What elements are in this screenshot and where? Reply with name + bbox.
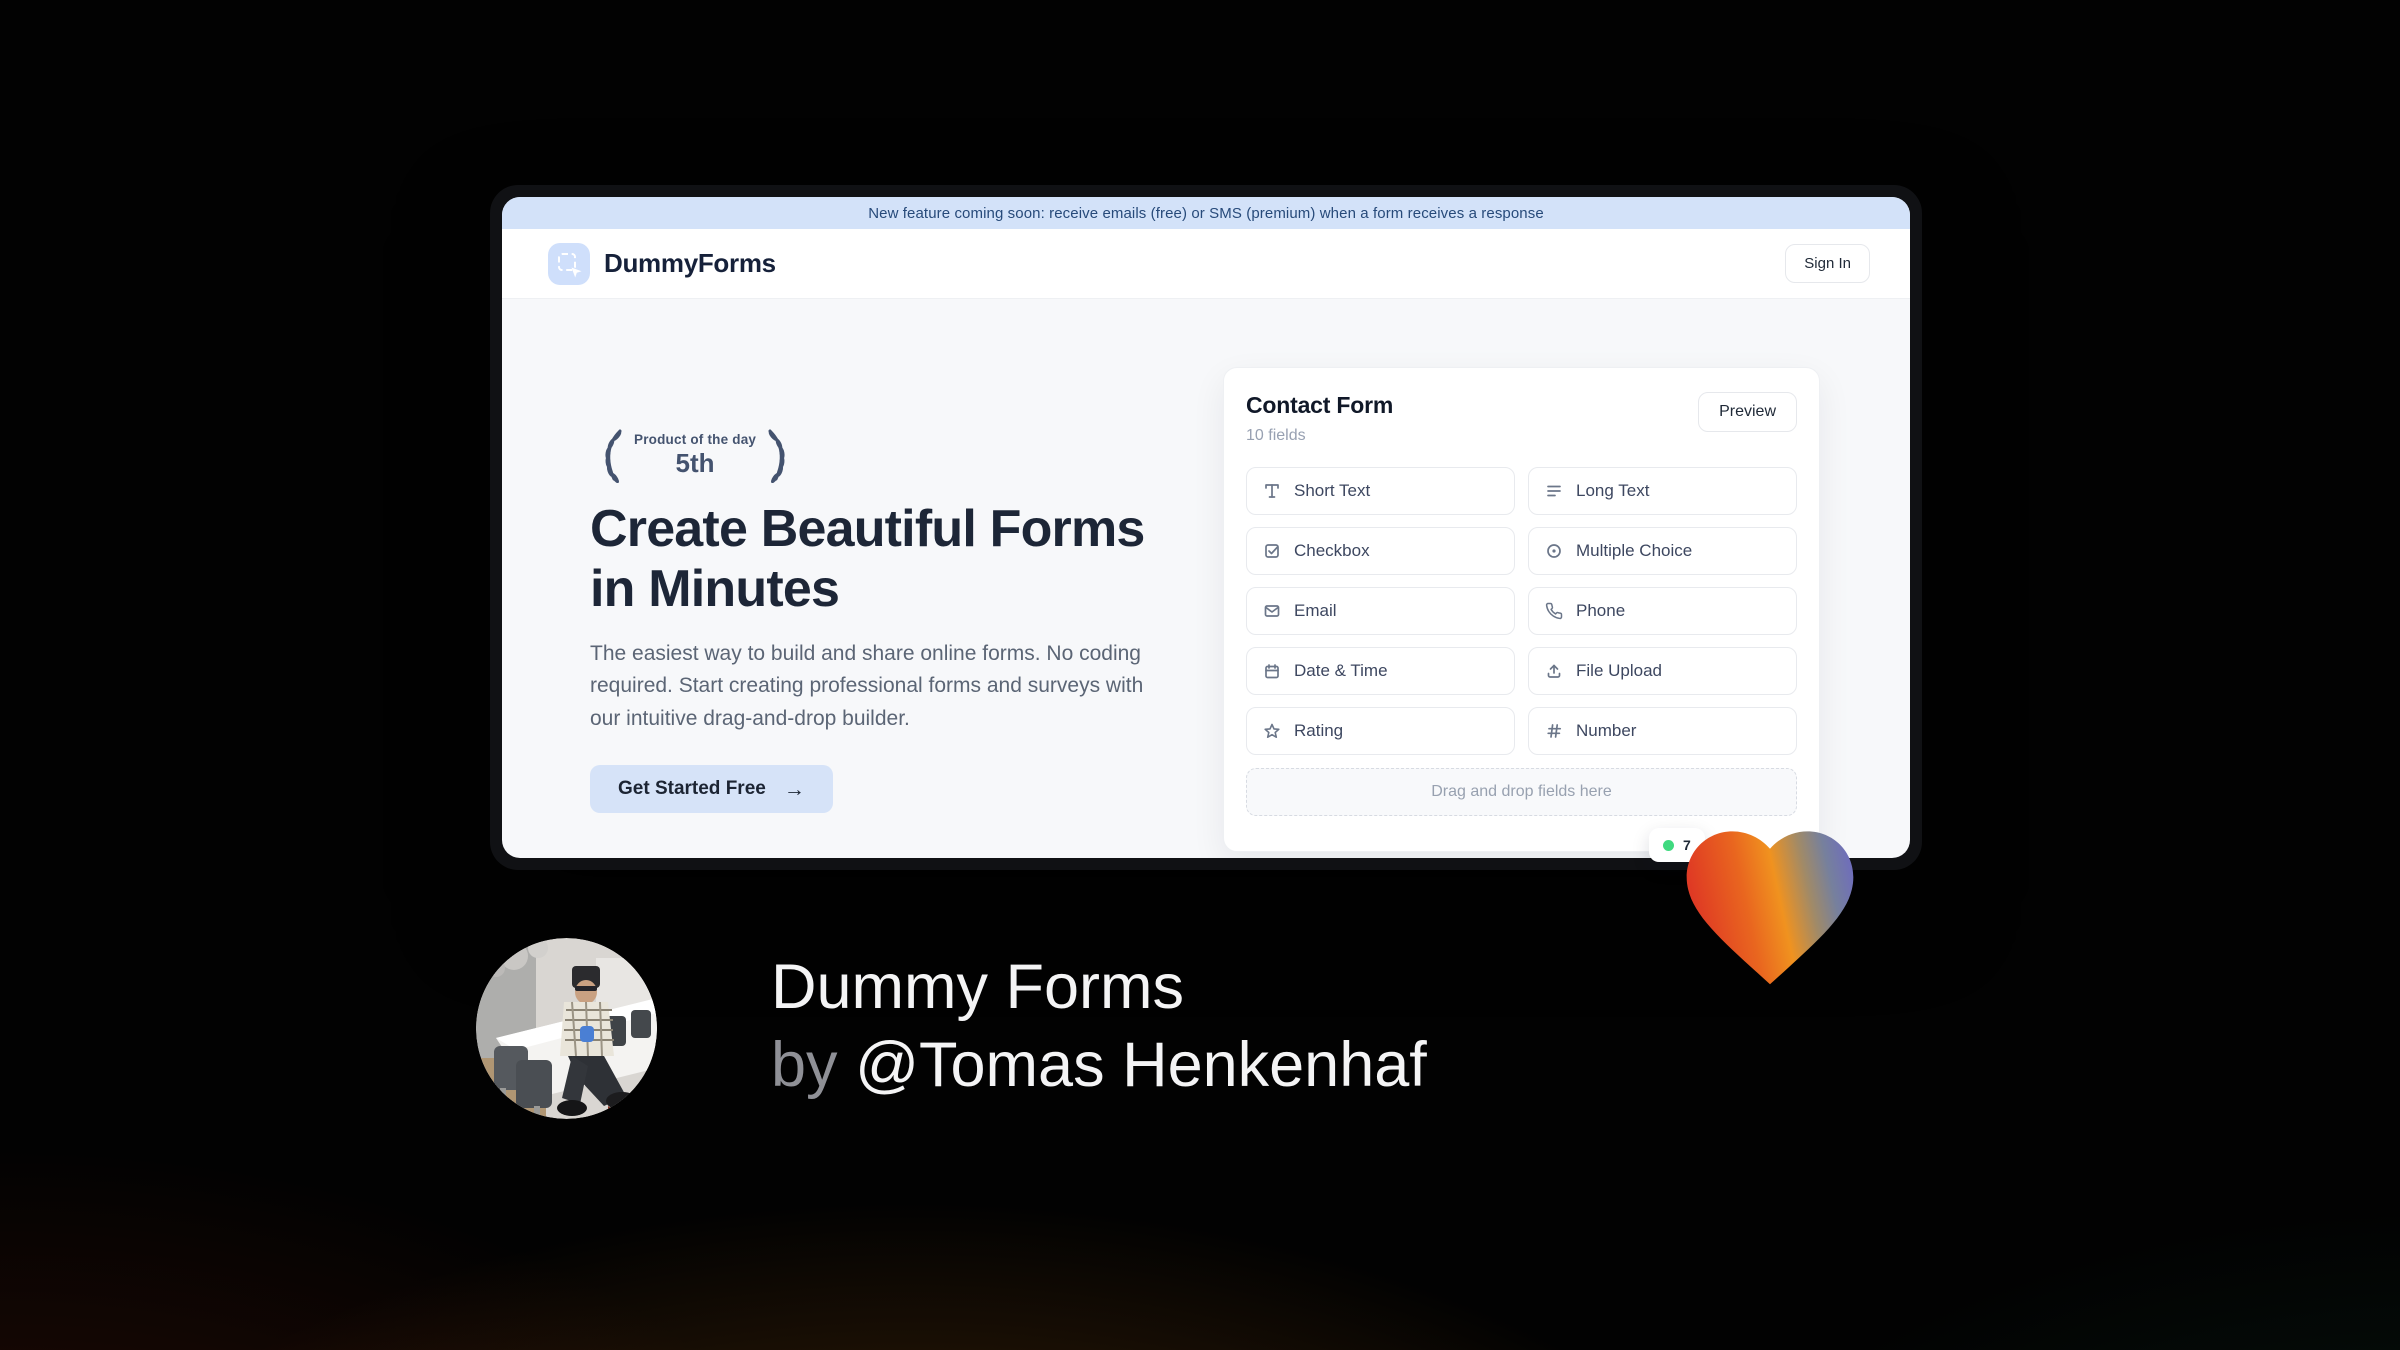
field-type-grid: Short Text Long Text Checkbox Multiple C… [1246, 467, 1797, 755]
field-type-rating[interactable]: Rating [1246, 707, 1515, 755]
field-type-phone[interactable]: Phone [1528, 587, 1797, 635]
long-text-icon [1545, 482, 1563, 500]
main-content: Product of the day 5th Create Beautiful … [502, 299, 1910, 858]
field-type-email[interactable]: Email [1246, 587, 1515, 635]
byline-prefix: by [771, 1030, 838, 1101]
field-type-file-upload[interactable]: File Upload [1528, 647, 1797, 695]
brand-name: DummyForms [604, 248, 776, 278]
field-type-short-text[interactable]: Short Text [1246, 467, 1515, 515]
field-type-long-text[interactable]: Long Text [1528, 467, 1797, 515]
field-label: Email [1294, 601, 1337, 620]
field-type-number[interactable]: Number [1528, 707, 1797, 755]
field-count: 10 fields [1246, 427, 1306, 444]
field-label: Checkbox [1294, 541, 1370, 560]
checkbox-icon [1263, 542, 1281, 560]
attribution-block: Dummy Forms by @Tomas Henkenhaf [771, 948, 1427, 1104]
field-label: Phone [1576, 601, 1626, 620]
field-label: Multiple Choice [1576, 541, 1693, 560]
sign-in-button[interactable]: Sign In [1785, 244, 1870, 283]
field-label: Long Text [1576, 481, 1650, 500]
field-label: File Upload [1576, 661, 1662, 680]
arrow-right-icon: → [783, 777, 805, 801]
multiple-choice-icon [1545, 542, 1563, 560]
field-label: Date & Time [1294, 661, 1388, 680]
attribution-title: Dummy Forms [771, 952, 1184, 1022]
app-window-content: New feature coming soon: receive emails … [502, 197, 1910, 858]
field-label: Short Text [1294, 481, 1371, 500]
attribution-byline: by @Tomas Henkenhaf [771, 1026, 1427, 1104]
hash-icon [1545, 722, 1563, 740]
byline-name: @Tomas Henkenhaf [855, 1030, 1427, 1101]
product-of-the-day-badge: Product of the day 5th [590, 427, 800, 483]
potd-rank: 5th [675, 447, 715, 478]
field-label: Number [1576, 721, 1637, 740]
app-window: New feature coming soon: receive emails … [490, 185, 1922, 870]
page-title: Create Beautiful Forms in Minutes [590, 500, 1145, 619]
field-type-date-time[interactable]: Date & Time [1246, 647, 1515, 695]
avatar [476, 938, 657, 1119]
star-icon [1263, 722, 1281, 740]
short-text-icon [1263, 482, 1281, 500]
dummyforms-logo-icon [548, 242, 590, 285]
preview-button[interactable]: Preview [1698, 392, 1797, 432]
field-type-checkbox[interactable]: Checkbox [1246, 527, 1515, 575]
top-nav: DummyForms Sign In [502, 229, 1910, 299]
phone-icon [1545, 602, 1563, 620]
field-type-multiple-choice[interactable]: Multiple Choice [1528, 527, 1797, 575]
field-label: Rating [1294, 721, 1344, 740]
drag-drop-text: Drag and drop fields here [1431, 783, 1612, 800]
cursor-icon [571, 267, 582, 277]
form-builder-card: Contact Form 10 fields Preview Short Tex… [1223, 367, 1820, 852]
potd-label: Product of the day [634, 431, 757, 447]
laurel-right-icon [768, 429, 785, 483]
hero-subtext: The easiest way to build and share onlin… [590, 641, 1144, 730]
email-icon [1263, 602, 1281, 620]
avatar-photo [476, 938, 657, 1119]
form-title: Contact Form [1246, 392, 1394, 418]
brand-logo[interactable]: DummyForms [548, 242, 776, 285]
get-started-button[interactable]: Get Started Free → [590, 765, 833, 814]
upload-icon [1545, 662, 1563, 680]
calendar-icon [1263, 662, 1281, 680]
laurel-left-icon [605, 429, 622, 483]
hero-section: Product of the day 5th Create Beautiful … [590, 427, 1180, 814]
get-started-label: Get Started Free [618, 778, 766, 800]
announcement-banner: New feature coming soon: receive emails … [502, 197, 1910, 229]
heart-icon [1686, 831, 1854, 985]
promo-canvas: New feature coming soon: receive emails … [0, 0, 2400, 1350]
announcement-text: New feature coming soon: receive emails … [868, 204, 1544, 222]
